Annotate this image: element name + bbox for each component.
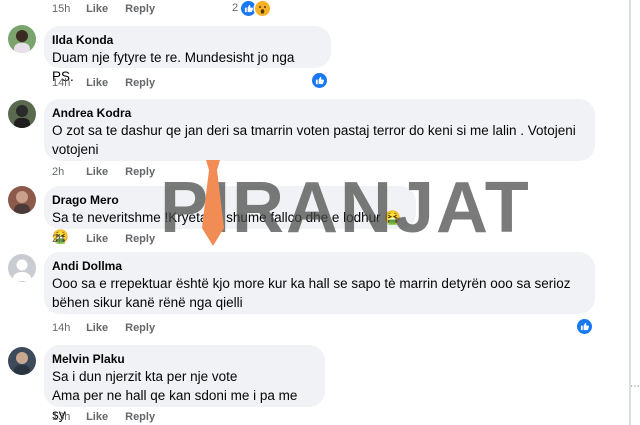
comment-time: 14h	[52, 322, 71, 334]
avatar[interactable]	[8, 254, 36, 282]
like-link[interactable]: Like	[86, 321, 122, 335]
comment-actions: 13h Like Reply	[52, 410, 155, 424]
like-link[interactable]: Like	[86, 165, 122, 179]
comment-text: O zot sa te dashur qe jan deri sa tmarri…	[52, 123, 576, 157]
tie-icon	[202, 160, 224, 246]
like-reaction-icon	[241, 1, 256, 16]
comment-time: 2h	[52, 233, 65, 245]
reply-link[interactable]: Reply	[125, 76, 155, 90]
comment-author[interactable]: Andrea Kodra	[52, 105, 583, 121]
avatar[interactable]	[8, 347, 36, 375]
wow-reaction-icon	[255, 1, 270, 16]
comment-time: 15h	[52, 3, 71, 15]
reply-link[interactable]: Reply	[125, 232, 155, 246]
reply-link[interactable]: Reply	[125, 165, 155, 179]
like-link[interactable]: Like	[86, 410, 122, 424]
avatar[interactable]	[8, 100, 36, 128]
reply-link[interactable]: Reply	[125, 2, 155, 16]
like-link[interactable]: Like	[86, 232, 122, 246]
comment-author[interactable]: Melvin Plaku	[52, 351, 313, 367]
comment-actions: 15h Like Reply	[52, 2, 155, 16]
like-link[interactable]: Like	[86, 76, 122, 90]
avatar[interactable]	[8, 186, 36, 214]
like-link[interactable]: Like	[86, 2, 122, 16]
comment-actions: 14h Like Reply	[52, 321, 155, 335]
avatar[interactable]	[8, 25, 36, 53]
comment-bubble: Melvin Plaku Sa i dun njerzit kta per nj…	[44, 345, 325, 422]
comment-time: 14h	[52, 77, 71, 89]
comment-actions: 14h Like Reply	[52, 76, 155, 90]
reaction-count: 2	[232, 2, 239, 14]
like-reaction-icon[interactable]	[312, 73, 327, 88]
comment-actions: 2h Like Reply	[52, 232, 155, 246]
comment-bubble: Andi Dollma Ooo sa e rrepektuar është kj…	[44, 252, 595, 314]
comment-author[interactable]: Ilda Konda	[52, 32, 319, 48]
more-options-icon[interactable]: ⋯	[630, 382, 640, 392]
comment-bubble: Andrea Kodra O zot sa te dashur qe jan d…	[44, 99, 595, 161]
scrollbar-track[interactable]	[629, 0, 631, 425]
comment-time: 13h	[52, 411, 71, 423]
reply-link[interactable]: Reply	[125, 410, 155, 424]
comment-author[interactable]: Andi Dollma	[52, 258, 583, 274]
comment-text: Ooo sa e rrepektuar është kjo more kur k…	[52, 276, 571, 310]
like-reaction-icon[interactable]	[577, 319, 592, 334]
comment-bubble: Ilda Konda Duam nje fytyre te re. Mundes…	[44, 26, 331, 84]
comment-actions: 2h Like Reply	[52, 165, 155, 179]
reply-link[interactable]: Reply	[125, 321, 155, 335]
comment-time: 2h	[52, 166, 65, 178]
